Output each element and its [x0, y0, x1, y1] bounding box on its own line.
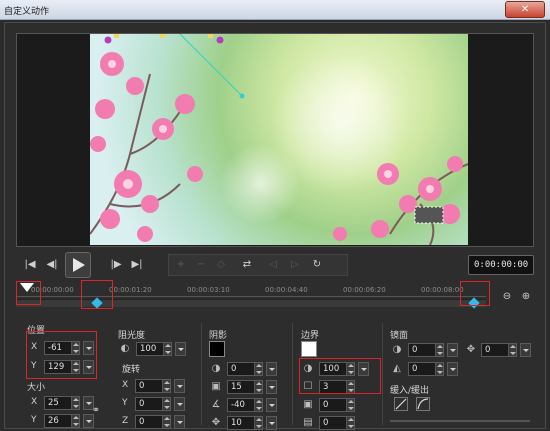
highlight-end	[460, 281, 490, 306]
border-blur-icon: ▣	[303, 399, 313, 410]
mirror-opacity-icon: ◑	[392, 344, 402, 355]
close-button[interactable]: ✕	[505, 1, 545, 18]
shadow-field-4[interactable]: 10	[227, 416, 263, 430]
ease-slider[interactable]	[390, 420, 530, 422]
shadow-label: 阴影	[209, 331, 228, 341]
highlight-position	[26, 331, 97, 379]
mirror-label: 镜面	[390, 331, 409, 341]
size-label: 大小	[27, 383, 46, 393]
size-x-field[interactable]: 25	[44, 396, 80, 410]
ease-in-button[interactable]	[394, 397, 408, 411]
shadow-dropdown-1[interactable]	[266, 362, 277, 376]
tick-label: 00:00:01:20	[109, 286, 152, 294]
rotation-x-label: X	[122, 380, 129, 390]
shadow-distance-icon: ✥	[211, 417, 221, 428]
ease-out-button[interactable]	[416, 397, 430, 411]
size-y-label: Y	[31, 415, 37, 425]
ease-out-icon	[417, 398, 429, 410]
player-controls: |◀ ◀| |▶ ▶| + − ◇ ⇄ ◁ ▷ ↻ 0:00:00:00	[16, 251, 534, 281]
shadow-field-1[interactable]: 0	[227, 362, 263, 376]
highlight-keyframe	[81, 280, 113, 309]
opacity-icon: ◐	[120, 343, 130, 354]
divider	[292, 323, 293, 425]
opacity-dropdown[interactable]	[175, 342, 186, 356]
border-field-4[interactable]: 0	[319, 416, 355, 430]
rotation-y-dropdown[interactable]	[174, 397, 185, 411]
next-keyframe-icon[interactable]: ▷	[287, 257, 303, 273]
rotation-x-dropdown[interactable]	[174, 379, 185, 393]
border-edge-icon: ▤	[303, 417, 313, 428]
ease-in-icon	[395, 398, 407, 410]
dialog-body: |◀ ◀| |▶ ▶| + − ◇ ⇄ ◁ ▷ ↻ 0:00:00:00 00:…	[4, 22, 546, 430]
rotation-y-field[interactable]: 0	[135, 397, 171, 411]
shadow-dropdown-4[interactable]	[266, 416, 277, 430]
reset-icon[interactable]: ↻	[309, 257, 325, 273]
ease-label: 缓入/缓出	[390, 386, 430, 396]
tick-label: 00:00:08:00	[421, 286, 464, 294]
shadow-dropdown-2[interactable]	[266, 380, 277, 394]
rotation-z-dropdown[interactable]	[174, 415, 185, 429]
add-keyframe-icon[interactable]: +	[173, 257, 189, 273]
highlight-start	[16, 281, 41, 305]
play-icon	[73, 258, 85, 272]
mirror-move-field[interactable]: 0	[481, 343, 517, 357]
keyframe-toolbar: + − ◇ ⇄ ◁ ▷ ↻	[168, 254, 348, 276]
mirror-fade-icon: ◭	[393, 363, 401, 374]
flip-keyframe-icon[interactable]: ◇	[213, 257, 229, 273]
timecode-display[interactable]: 0:00:00:00	[468, 255, 534, 275]
rotation-x-field[interactable]: 0	[135, 379, 171, 393]
divider	[382, 323, 383, 425]
shadow-dropdown-3[interactable]	[266, 398, 277, 412]
remove-keyframe-icon[interactable]: −	[193, 257, 209, 273]
tick-label: 00:00:04:40	[265, 286, 308, 294]
zoom-in-icon[interactable]: ⊕	[518, 289, 534, 305]
rotation-label: 旋转	[122, 365, 141, 375]
keyframe-timeline[interactable]: 00:00:00:00 00:00:01:20 00:00:03:10 00:0…	[16, 280, 534, 313]
tick-label: 00:00:06:20	[343, 286, 386, 294]
size-y-field[interactable]: 26	[44, 414, 80, 428]
mirror-dropdown-2[interactable]	[447, 362, 458, 376]
shadow-color-swatch[interactable]	[209, 341, 225, 357]
mirror-dropdown-1[interactable]	[447, 343, 458, 357]
size-x-label: X	[31, 397, 38, 407]
shadow-field-2[interactable]: 15	[227, 380, 263, 394]
shadow-blur-icon: ▣	[211, 381, 221, 392]
prev-keyframe-icon[interactable]: ◁	[265, 257, 281, 273]
window-title: 自定义动作	[4, 7, 50, 17]
preview-area	[16, 33, 534, 247]
mirror-move-dropdown[interactable]	[520, 343, 531, 357]
shadow-angle-icon: ∡	[211, 399, 221, 410]
rotation-z-field[interactable]: 0	[135, 415, 171, 429]
shadow-opacity-icon: ◑	[211, 363, 221, 374]
border-label: 边界	[301, 331, 320, 341]
preview-image[interactable]	[90, 34, 468, 245]
blossom-artwork	[90, 34, 468, 245]
go-to-start-icon[interactable]: |◀	[22, 257, 38, 273]
tick-label: 00:00:03:10	[187, 286, 230, 294]
move-icon: ✥	[466, 344, 476, 355]
prev-frame-icon[interactable]: ◀|	[44, 257, 60, 273]
go-to-end-icon[interactable]: ▶|	[129, 257, 145, 273]
divider	[201, 323, 202, 425]
highlight-border	[299, 358, 381, 394]
border-field-3[interactable]: 0	[319, 398, 355, 412]
reverse-keyframes-icon[interactable]: ⇄	[239, 257, 255, 273]
zoom-out-icon[interactable]: ⊖	[499, 289, 515, 305]
opacity-field[interactable]: 100	[136, 342, 172, 356]
title-bar: 自定义动作 ✕	[0, 0, 550, 20]
rotation-y-label: Y	[122, 398, 128, 408]
mirror-field-1[interactable]: 0	[408, 343, 444, 357]
play-button[interactable]	[65, 252, 91, 278]
shadow-field-3[interactable]: -40	[227, 398, 263, 412]
next-frame-icon[interactable]: |▶	[108, 257, 124, 273]
opacity-label: 阻光度	[118, 331, 146, 341]
mirror-field-2[interactable]: 0	[408, 362, 444, 376]
border-color-swatch[interactable]	[301, 341, 317, 357]
link-icon[interactable]: ⚭	[89, 404, 103, 418]
rotation-z-label: Z	[122, 416, 129, 426]
